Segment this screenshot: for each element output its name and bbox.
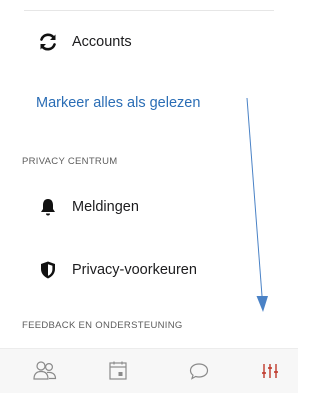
accounts-row[interactable]: Accounts: [0, 20, 298, 64]
privacy-preferences-label: Privacy-voorkeuren: [72, 262, 197, 278]
people-icon: [33, 361, 57, 380]
chat-icon: [189, 363, 209, 380]
accounts-label: Accounts: [72, 34, 132, 50]
bell-icon: [38, 197, 58, 217]
settings-tab[interactable]: [256, 357, 284, 385]
feedback-section-header: FEEDBACK EN ONDERSTEUNING: [22, 320, 183, 331]
mark-all-read-row[interactable]: Markeer alles als gelezen: [0, 81, 298, 125]
chat-tab[interactable]: [185, 357, 213, 385]
mark-all-read-link[interactable]: Markeer alles als gelezen: [36, 95, 200, 111]
privacy-preferences-row[interactable]: Privacy-voorkeuren: [0, 248, 298, 292]
sync-icon: [38, 32, 58, 52]
calendar-icon: [109, 361, 127, 380]
notifications-row[interactable]: Meldingen: [0, 185, 298, 229]
calendar-tab[interactable]: [104, 357, 132, 385]
shield-icon: [38, 260, 58, 280]
privacy-section-header: PRIVACY CENTRUM: [22, 156, 118, 167]
bottom-tab-bar: [0, 348, 298, 393]
people-tab[interactable]: [31, 357, 59, 385]
settings-sliders-icon: [262, 364, 278, 378]
top-divider: [24, 10, 274, 11]
notifications-label: Meldingen: [72, 199, 139, 215]
